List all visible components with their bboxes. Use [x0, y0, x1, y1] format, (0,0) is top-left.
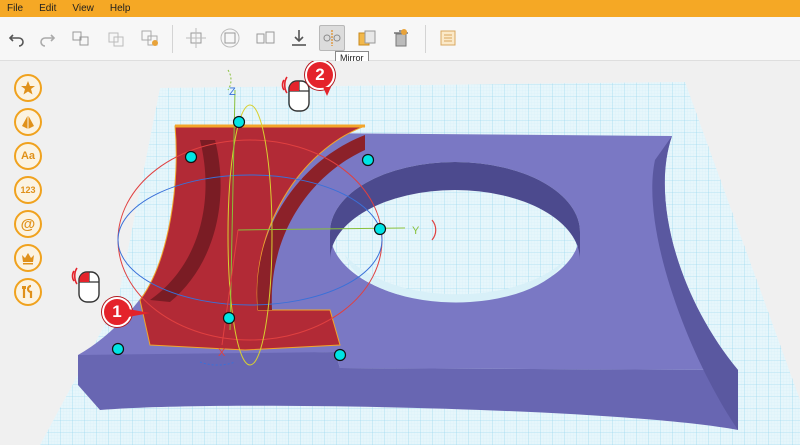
toolbar	[0, 17, 800, 61]
scale-icon[interactable]	[254, 27, 276, 49]
sidebar-item-tools[interactable]	[14, 278, 42, 306]
drop-to-floor-icon[interactable]	[288, 27, 310, 49]
scale-handle[interactable]	[361, 153, 375, 167]
axis-label-y: Y	[412, 225, 420, 237]
notes-icon[interactable]	[437, 27, 459, 49]
scene-canvas[interactable]: Z Y X	[0, 61, 800, 445]
group-icon[interactable]	[139, 27, 161, 49]
menu-file[interactable]: File	[0, 0, 31, 17]
delete-icon[interactable]	[390, 27, 412, 49]
crown-icon	[22, 253, 34, 265]
scale-handle[interactable]	[373, 222, 387, 236]
sidebar-item-crown[interactable]	[14, 244, 42, 272]
undo-icon[interactable]	[6, 27, 28, 49]
toolbar-separator	[172, 25, 173, 53]
scale-handle[interactable]	[184, 150, 198, 164]
move-icon[interactable]	[185, 27, 207, 49]
symbol-icon: @	[20, 215, 36, 233]
scale-handle[interactable]	[232, 115, 246, 129]
menu-edit[interactable]: Edit	[31, 0, 64, 17]
scale-handle[interactable]	[333, 348, 347, 362]
sidebar-item-shapes[interactable]	[14, 108, 42, 136]
sidebar-item-text[interactable]: Aa	[14, 142, 42, 170]
scale-handle[interactable]	[111, 342, 125, 356]
paste-object-icon[interactable]	[105, 27, 127, 49]
axis-label-x: X	[218, 347, 226, 359]
redo-icon[interactable]	[36, 27, 58, 49]
step-callout-2: 2	[305, 61, 335, 90]
callout-pointer	[323, 87, 331, 96]
callout-pointer	[128, 309, 150, 317]
sidebar-item-numbers[interactable]: 123	[14, 176, 42, 204]
axis-label-z: Z	[229, 86, 236, 98]
menu-help[interactable]: Help	[102, 0, 139, 17]
tools-icon	[22, 284, 33, 298]
rotate-icon[interactable]	[219, 27, 241, 49]
sidebar-item-favorites[interactable]	[14, 74, 42, 102]
mirror-icon[interactable]	[319, 25, 345, 51]
copy-object-icon[interactable]	[70, 27, 92, 49]
mouse-left-click-icon	[70, 265, 104, 310]
3d-viewport[interactable]: Z Y X Aa 123 @ 1 2	[0, 61, 800, 445]
menu-view[interactable]: View	[64, 0, 102, 17]
star-icon	[21, 81, 35, 95]
scale-handle[interactable]	[222, 311, 236, 325]
text-icon: Aa	[20, 150, 36, 162]
number-icon: 123	[20, 185, 36, 195]
sidebar-item-symbols[interactable]: @	[14, 210, 42, 238]
menu-bar: File Edit View Help	[0, 0, 800, 17]
toolbar-separator	[425, 25, 426, 53]
primitive-shapes-icon	[22, 115, 34, 129]
merge-icon[interactable]	[356, 27, 378, 49]
